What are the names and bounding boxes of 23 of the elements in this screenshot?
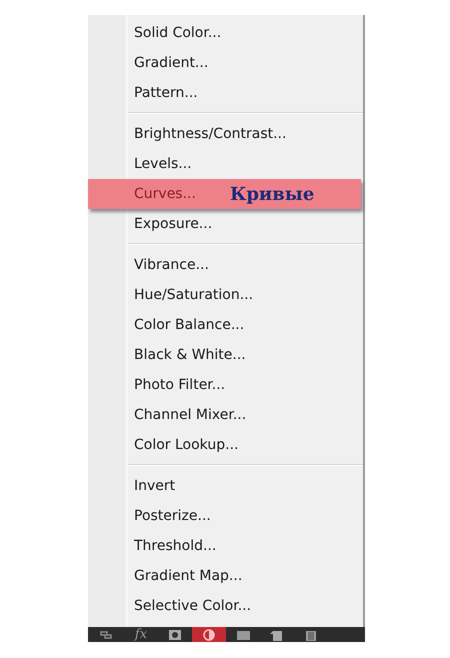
half-circle-icon [201,628,217,642]
menu-item[interactable]: Curves... Кривые [88,179,361,209]
annotation-label: Кривые [230,184,314,204]
menu-item[interactable]: Hue/Saturation... [88,280,363,310]
menu-item[interactable]: Posterize... [88,501,363,531]
menu-item[interactable]: Photo Filter... [88,370,363,400]
menu-item[interactable]: Threshold... [88,531,363,561]
menu-item[interactable]: Black & White... [88,340,363,370]
menu-item[interactable]: Selective Color... [88,591,363,621]
menu-item[interactable]: Gradient... [88,48,363,78]
menu-item[interactable]: Pattern... [88,78,363,108]
menu-item[interactable]: Gradient Map... [88,561,363,591]
menu-item[interactable]: Invert [88,471,363,501]
menu-item[interactable]: Color Lookup... [88,430,363,460]
menu-item[interactable]: Channel Mixer... [88,400,363,430]
menu-item[interactable]: Exposure... [88,209,363,239]
menu-item[interactable]: Brightness/Contrast... [88,119,363,149]
fx-button[interactable]: fx [124,627,158,642]
menu-item[interactable]: Vibrance... [88,250,363,280]
menu-item[interactable]: Levels... [88,149,363,179]
menu-item[interactable]: Solid Color... [88,18,363,48]
menu-item[interactable]: Color Balance... [88,310,363,340]
half-circle-button[interactable] [192,627,226,642]
